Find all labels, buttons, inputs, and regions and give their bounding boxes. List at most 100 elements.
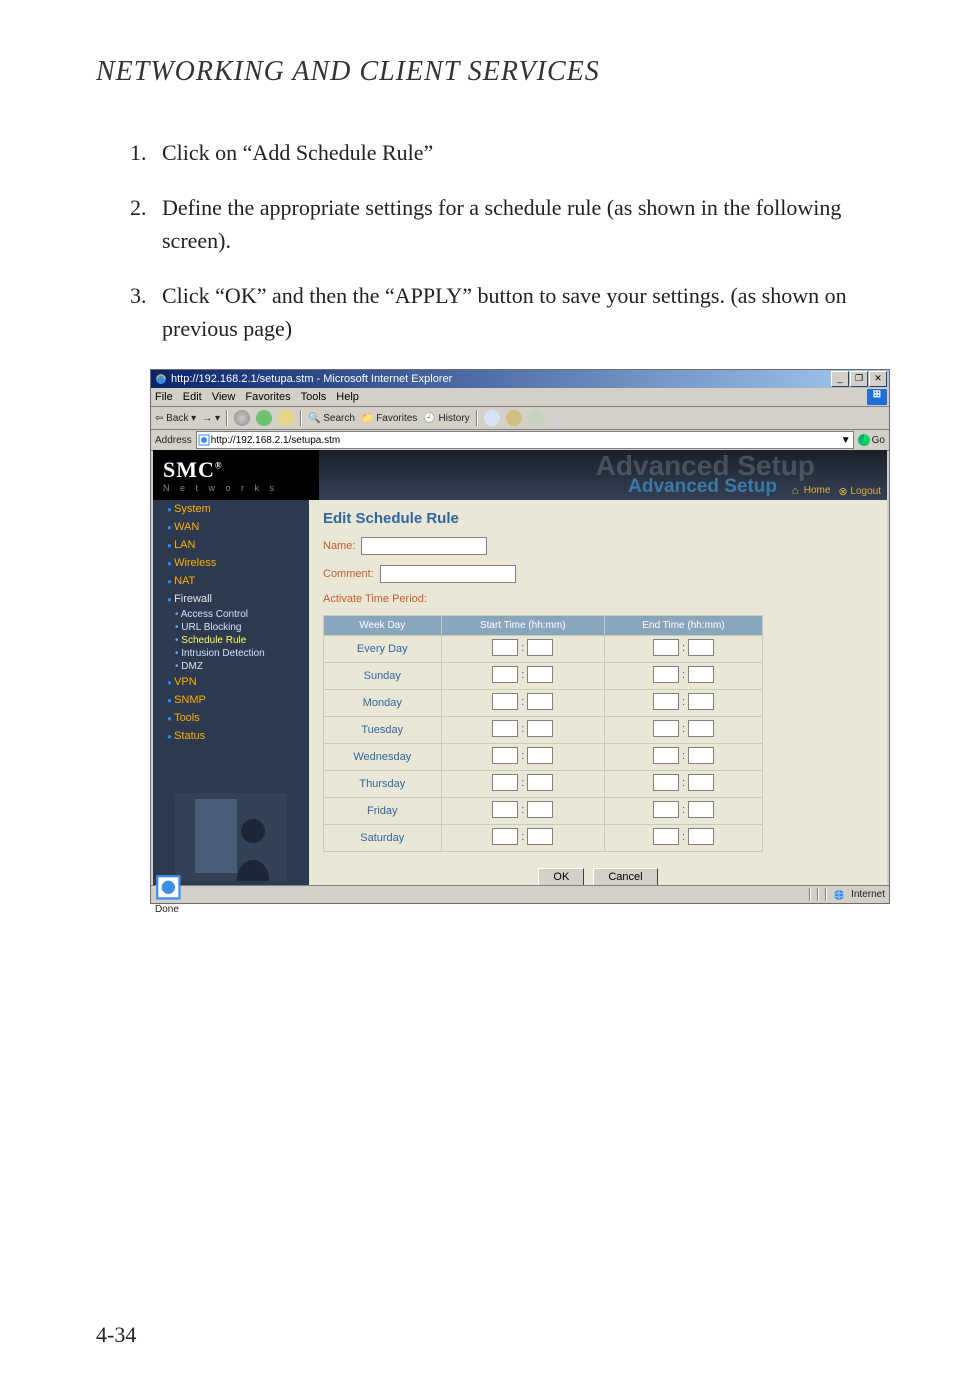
ie-titlebar: http://192.168.2.1/setupa.stm - Microsof… (151, 370, 889, 388)
colon-label: : (521, 777, 524, 789)
start-time-cell: : (441, 717, 604, 744)
favorites-button[interactable]: 📁 Favorites (361, 413, 417, 424)
end-time-hh-input[interactable] (653, 828, 679, 845)
window-close-button[interactable]: ✕ (869, 371, 887, 387)
sidebar-item-firewall[interactable]: Firewall (153, 590, 309, 608)
end-time-mm-input[interactable] (688, 747, 714, 764)
start-time-mm-input[interactable] (527, 774, 553, 791)
end-time-mm-input[interactable] (688, 774, 714, 791)
sidebar-item-tools[interactable]: Tools (153, 709, 309, 727)
end-time-mm-input[interactable] (688, 720, 714, 737)
name-input[interactable] (361, 537, 487, 555)
sidebar-sub-access-control[interactable]: Access Control (153, 608, 309, 621)
print-icon[interactable] (506, 410, 522, 426)
menu-tools[interactable]: Tools (301, 391, 327, 403)
logout-icon (838, 485, 848, 495)
start-time-mm-input[interactable] (527, 693, 553, 710)
end-time-cell: : (605, 771, 763, 798)
address-input[interactable]: http://192.168.2.1/setupa.stm ▼ (196, 431, 854, 449)
comment-input[interactable] (380, 565, 516, 583)
table-row: Thursday:: (324, 771, 763, 798)
end-time-hh-input[interactable] (653, 666, 679, 683)
home-link[interactable]: Home (792, 485, 831, 497)
forward-button[interactable]: → ▾ (202, 413, 220, 424)
edit-icon[interactable] (528, 410, 544, 426)
sidebar-item-status[interactable]: Status (153, 727, 309, 745)
sidebar-sub-schedule-rule[interactable]: Schedule Rule (153, 634, 309, 647)
sidebar-item-lan[interactable]: LAN (153, 536, 309, 554)
back-button[interactable]: ⇦ Back ▾ (155, 413, 196, 424)
sidebar-item-system[interactable]: System (153, 500, 309, 518)
internet-zone-icon (833, 889, 845, 901)
menu-help[interactable]: Help (336, 391, 359, 403)
end-time-hh-input[interactable] (653, 774, 679, 791)
sidebar-item-wan[interactable]: WAN (153, 518, 309, 536)
table-row: Wednesday:: (324, 744, 763, 771)
colon-label: : (521, 831, 524, 843)
start-time-hh-input[interactable] (492, 801, 518, 818)
start-time-hh-input[interactable] (492, 693, 518, 710)
window-minimize-button[interactable]: _ (831, 371, 849, 387)
start-time-hh-input[interactable] (492, 747, 518, 764)
cancel-button[interactable]: Cancel (593, 868, 657, 885)
mail-icon[interactable] (484, 410, 500, 426)
end-time-hh-input[interactable] (653, 639, 679, 656)
end-time-hh-input[interactable] (653, 747, 679, 764)
search-button[interactable]: 🔍 Search (308, 413, 355, 424)
start-time-mm-input[interactable] (527, 720, 553, 737)
menu-view[interactable]: View (212, 391, 236, 403)
start-time-mm-input[interactable] (527, 828, 553, 845)
colon-label: : (682, 750, 685, 762)
steps-list: Click on “Add Schedule Rule” Define the … (96, 136, 858, 345)
go-button[interactable]: Go (858, 434, 885, 446)
end-time-mm-input[interactable] (688, 828, 714, 845)
menu-edit[interactable]: Edit (183, 391, 202, 403)
end-time-mm-input[interactable] (688, 801, 714, 818)
history-button[interactable]: 🕘 History (423, 413, 469, 424)
ie-title-text: http://192.168.2.1/setupa.stm - Microsof… (171, 373, 452, 385)
start-time-mm-input[interactable] (527, 747, 553, 764)
menu-file[interactable]: File (155, 391, 173, 403)
colon-label: : (521, 804, 524, 816)
end-time-cell: : (605, 690, 763, 717)
name-label: Name: (323, 540, 355, 552)
end-time-mm-input[interactable] (688, 666, 714, 683)
page-heading: NETWORKING AND CLIENT SERVICES (96, 56, 858, 88)
window-maximize-button[interactable]: ❐ (850, 371, 868, 387)
home-icon[interactable] (278, 410, 294, 426)
day-cell: Monday (324, 690, 442, 717)
sidebar-sub-intrusion-detection[interactable]: Intrusion Detection (153, 647, 309, 660)
start-time-hh-input[interactable] (492, 639, 518, 656)
menu-favorites[interactable]: Favorites (245, 391, 290, 403)
sidebar-item-snmp[interactable]: SNMP (153, 691, 309, 709)
refresh-icon[interactable] (256, 410, 272, 426)
sidebar-item-vpn[interactable]: VPN (153, 673, 309, 691)
address-dropdown-icon[interactable]: ▼ (841, 435, 853, 446)
end-time-hh-input[interactable] (653, 720, 679, 737)
ok-button[interactable]: OK (538, 868, 584, 885)
start-time-mm-input[interactable] (527, 639, 553, 656)
end-time-cell: : (605, 636, 763, 663)
start-time-hh-input[interactable] (492, 666, 518, 683)
start-time-mm-input[interactable] (527, 801, 553, 818)
sidebar-sub-url-blocking[interactable]: URL Blocking (153, 621, 309, 634)
discuss-icon[interactable] (550, 410, 566, 426)
end-time-hh-input[interactable] (653, 693, 679, 710)
sidebar-sub-dmz[interactable]: DMZ (153, 660, 309, 673)
logout-link[interactable]: Logout (838, 485, 881, 497)
end-time-mm-input[interactable] (688, 693, 714, 710)
day-cell: Saturday (324, 825, 442, 852)
end-time-hh-input[interactable] (653, 801, 679, 818)
stop-icon[interactable] (234, 410, 250, 426)
sidebar-item-nat[interactable]: NAT (153, 572, 309, 590)
page-status-icon (155, 893, 182, 904)
th-start: Start Time (hh:mm) (441, 616, 604, 636)
end-time-cell: : (605, 744, 763, 771)
start-time-hh-input[interactable] (492, 828, 518, 845)
sidebar-item-wireless[interactable]: Wireless (153, 554, 309, 572)
start-time-mm-input[interactable] (527, 666, 553, 683)
end-time-mm-input[interactable] (688, 639, 714, 656)
start-time-hh-input[interactable] (492, 720, 518, 737)
ie-statusbar: Done Internet (151, 885, 889, 903)
start-time-hh-input[interactable] (492, 774, 518, 791)
